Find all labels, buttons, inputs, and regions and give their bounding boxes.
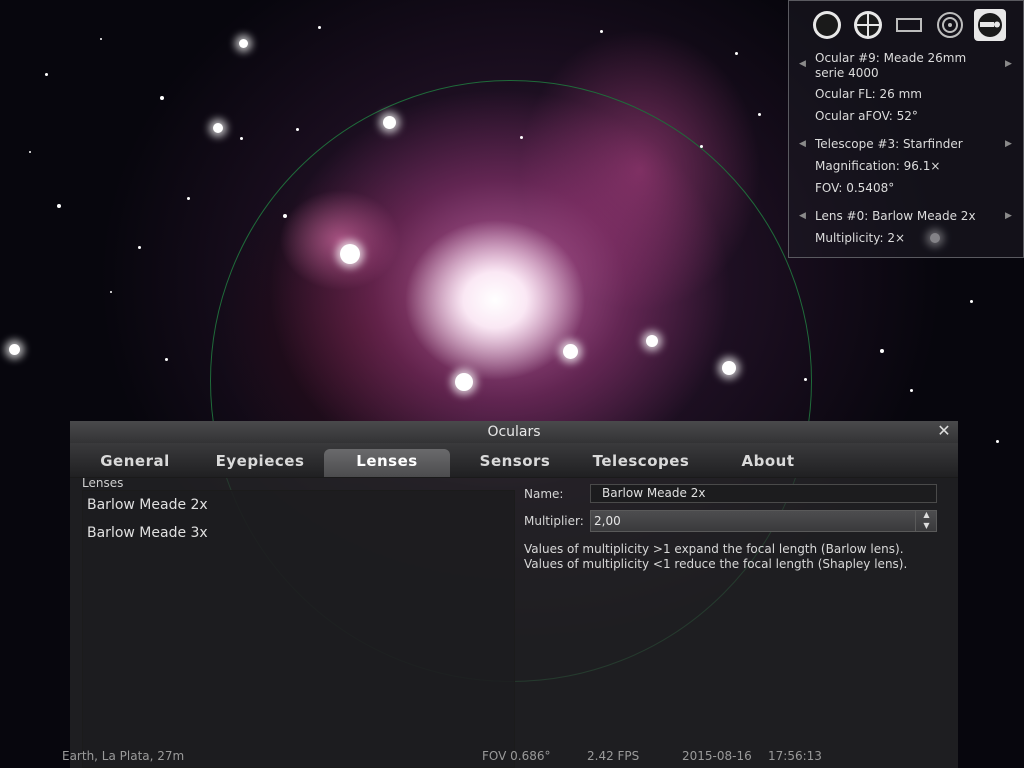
telescope-name: Telescope #3: Starfinder <box>815 137 963 151</box>
lens-list-item[interactable]: Barlow Meade 2x <box>87 497 208 513</box>
star <box>700 145 703 148</box>
magnification: Magnification: 96.1× <box>815 159 941 173</box>
star <box>296 128 299 131</box>
star <box>57 204 61 208</box>
oculars-dialog: Oculars ✕ General Eyepieces Lenses Senso… <box>70 421 958 768</box>
star <box>804 378 807 381</box>
ocular-toolbar <box>811 9 1021 43</box>
close-icon[interactable]: ✕ <box>936 423 952 439</box>
chevron-up-icon[interactable]: ▲ <box>916 510 937 520</box>
status-bar: Earth, La Plata, 27m FOV 0.686° 2.42 FPS… <box>0 745 1024 768</box>
ocular-info-panel: ◀ ▶ Ocular #9: Meade 26mm serie 4000 Ocu… <box>788 0 1024 258</box>
multiplier-label: Multiplier: <box>524 514 584 528</box>
star <box>239 39 248 48</box>
star <box>910 389 913 392</box>
multiplicity-help-line2: Values of multiplicity <1 reduce the foc… <box>524 557 908 571</box>
date-status[interactable]: 2015-08-16 <box>682 745 752 768</box>
telrad-button[interactable] <box>934 9 966 41</box>
name-label: Name: <box>524 487 564 501</box>
ocular-name-line2: serie 4000 <box>815 66 879 80</box>
star <box>187 197 190 200</box>
star <box>29 151 31 153</box>
tab-eyepieces[interactable]: Eyepieces <box>200 449 320 477</box>
next-telescope-arrow-icon[interactable]: ▶ <box>1005 139 1012 149</box>
star <box>383 116 396 129</box>
sensor-frame-icon <box>896 18 922 32</box>
star <box>240 137 243 140</box>
tab-lenses[interactable]: Lenses <box>324 449 450 477</box>
fps-status: 2.42 FPS <box>587 749 640 763</box>
star <box>138 246 141 249</box>
star <box>45 73 48 76</box>
star <box>160 96 164 100</box>
next-lens-arrow-icon[interactable]: ▶ <box>1005 211 1012 221</box>
ocular-settings-icon <box>978 13 1002 37</box>
location-text[interactable]: Earth, La Plata, 27m <box>62 745 184 768</box>
lenses-list-label: Lenses <box>82 476 124 490</box>
star <box>110 291 112 293</box>
star <box>520 136 523 139</box>
star <box>455 373 473 391</box>
star <box>970 300 973 303</box>
ocular-view-button[interactable] <box>811 9 843 41</box>
telrad-icon <box>937 12 963 38</box>
star <box>880 349 884 353</box>
tab-about[interactable]: About <box>714 449 822 477</box>
lens-name: Lens #0: Barlow Meade 2x <box>815 209 976 223</box>
star <box>996 440 999 443</box>
lens-name-field[interactable]: Barlow Meade 2x <box>590 484 937 503</box>
star <box>646 335 658 347</box>
star <box>9 344 20 355</box>
dialog-titlebar[interactable]: Oculars ✕ <box>70 421 958 443</box>
dialog-title: Oculars <box>487 424 541 440</box>
sensor-frame-button[interactable] <box>893 9 925 41</box>
star <box>600 30 603 33</box>
multiplier-field[interactable]: 2,00 <box>590 510 937 532</box>
ocular-focal-length: Ocular FL: 26 mm <box>815 87 922 101</box>
star <box>758 113 761 116</box>
star <box>283 214 287 218</box>
tab-general[interactable]: General <box>80 449 190 477</box>
prev-telescope-arrow-icon[interactable]: ◀ <box>799 139 806 149</box>
star <box>340 244 360 264</box>
star <box>165 358 168 361</box>
chevron-down-icon[interactable]: ▼ <box>916 521 937 531</box>
tab-telescopes[interactable]: Telescopes <box>578 449 704 477</box>
lens-multiplicity: Multiplicity: 2× <box>815 231 906 245</box>
star <box>213 123 223 133</box>
crosshair-button[interactable] <box>852 9 884 41</box>
crosshair-icon <box>854 11 882 39</box>
time-status[interactable]: 17:56:13 <box>768 745 822 768</box>
star <box>735 52 738 55</box>
next-ocular-arrow-icon[interactable]: ▶ <box>1005 59 1012 69</box>
lenses-list[interactable]: Barlow Meade 2x Barlow Meade 3x <box>82 490 515 768</box>
ocular-settings-button[interactable] <box>974 9 1006 41</box>
tab-bar: General Eyepieces Lenses Sensors Telesco… <box>70 443 958 478</box>
ocular-name: Ocular #9: Meade 26mm <box>815 51 967 65</box>
fov-status: FOV 0.686° <box>482 749 551 763</box>
multiplier-stepper: ▲ ▼ <box>915 510 937 532</box>
ocular-afov: Ocular aFOV: 52° <box>815 109 918 123</box>
multiplicity-help-line1: Values of multiplicity >1 expand the foc… <box>524 542 904 556</box>
star <box>100 38 102 40</box>
star <box>563 344 578 359</box>
star <box>318 26 321 29</box>
prev-lens-arrow-icon[interactable]: ◀ <box>799 211 806 221</box>
lens-list-item[interactable]: Barlow Meade 3x <box>87 525 208 541</box>
fov-value: FOV: 0.5408° <box>815 181 895 195</box>
ocular-view-icon <box>813 11 841 39</box>
prev-ocular-arrow-icon[interactable]: ◀ <box>799 59 806 69</box>
tab-sensors[interactable]: Sensors <box>460 449 570 477</box>
star <box>722 361 736 375</box>
